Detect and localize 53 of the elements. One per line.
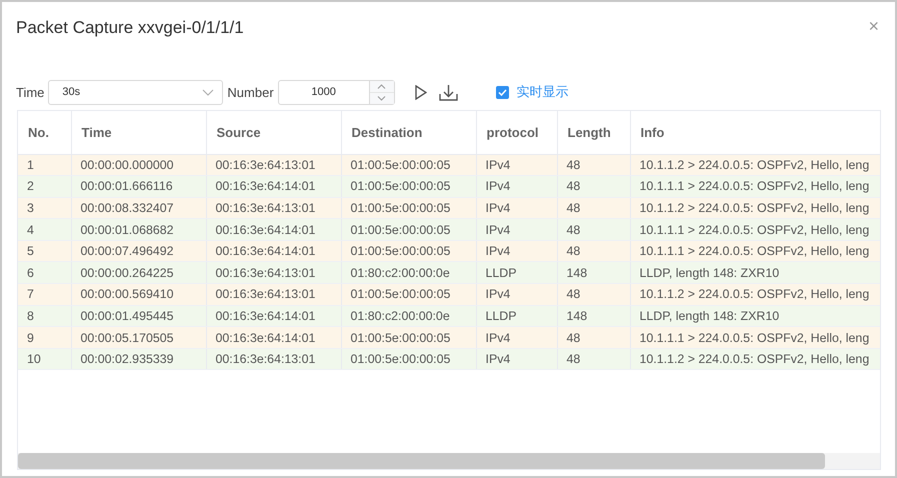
realtime-checkbox[interactable]: 实时显示	[496, 83, 569, 101]
table-cell: 7	[18, 284, 71, 306]
chevron-down-icon	[377, 96, 386, 100]
column-header[interactable]: Length	[557, 111, 630, 154]
column-header[interactable]: Source	[206, 111, 341, 154]
table-cell: 01:00:5e:00:00:05	[341, 284, 476, 306]
decrement-button[interactable]	[370, 92, 394, 104]
table-cell: 01:00:5e:00:00:05	[341, 176, 476, 198]
table-cell: 10.1.1.2 > 224.0.0.5: OSPFv2, Hello, leng	[630, 284, 880, 306]
table-cell: 48	[557, 284, 630, 306]
table-cell: 00:00:01.666116	[71, 176, 206, 198]
table-cell: 10.1.1.1 > 224.0.0.5: OSPFv2, Hello, leng	[630, 176, 880, 198]
table-cell: 00:16:3e:64:13:01	[206, 348, 341, 370]
column-header[interactable]: Destination	[341, 111, 476, 154]
column-header[interactable]: No.	[18, 111, 71, 154]
number-label: Number	[227, 84, 274, 100]
table-cell: 10.1.1.1 > 224.0.0.5: OSPFv2, Hello, leng	[630, 218, 880, 240]
column-header[interactable]: protocol	[476, 111, 557, 154]
table-cell: 48	[557, 176, 630, 198]
table-cell: 00:16:3e:64:14:01	[206, 176, 341, 198]
table-cell: 48	[557, 326, 630, 348]
column-header[interactable]: Time	[71, 111, 206, 154]
table-cell: 00:16:3e:64:14:01	[206, 326, 341, 348]
chevron-down-icon	[202, 88, 214, 96]
table-cell: 01:00:5e:00:00:05	[341, 218, 476, 240]
table-cell: 00:00:00.569410	[71, 284, 206, 306]
table-cell: 00:00:01.068682	[71, 218, 206, 240]
column-header[interactable]: Info	[630, 111, 880, 154]
chevron-up-icon	[377, 84, 386, 88]
table-cell: 00:00:02.935339	[71, 348, 206, 370]
number-field[interactable]: 1000	[278, 80, 395, 104]
table-cell: IPv4	[476, 326, 557, 348]
table-cell: 2	[18, 176, 71, 198]
table-cell: 48	[557, 218, 630, 240]
table-cell: 4	[18, 218, 71, 240]
table-cell: IPv4	[476, 284, 557, 306]
table-cell: 01:00:5e:00:00:05	[341, 348, 476, 370]
table-cell: 01:00:5e:00:00:05	[341, 326, 476, 348]
time-select[interactable]: 30s	[48, 80, 224, 104]
time-label: Time	[16, 84, 44, 100]
table-cell: 00:16:3e:64:13:01	[206, 284, 341, 306]
table-cell: IPv4	[476, 348, 557, 370]
table-cell: 9	[18, 326, 71, 348]
table-cell: IPv4	[476, 176, 557, 198]
table-cell: IPv4	[476, 218, 557, 240]
checkmark-icon	[498, 88, 507, 96]
table-cell: 10.1.1.1 > 224.0.0.5: OSPFv2, Hello, leng	[630, 326, 880, 348]
table-cell: 00:16:3e:64:14:01	[206, 218, 341, 240]
table-cell: 10	[18, 348, 71, 370]
table-cell: 00:00:05.170505	[71, 326, 206, 348]
dialog-title: Packet Capture xxvgei-0/1/1/1	[16, 18, 244, 38]
table-cell: 10.1.1.2 > 224.0.0.5: OSPFv2, Hello, leng	[630, 348, 880, 370]
table-cell: 48	[557, 348, 630, 370]
